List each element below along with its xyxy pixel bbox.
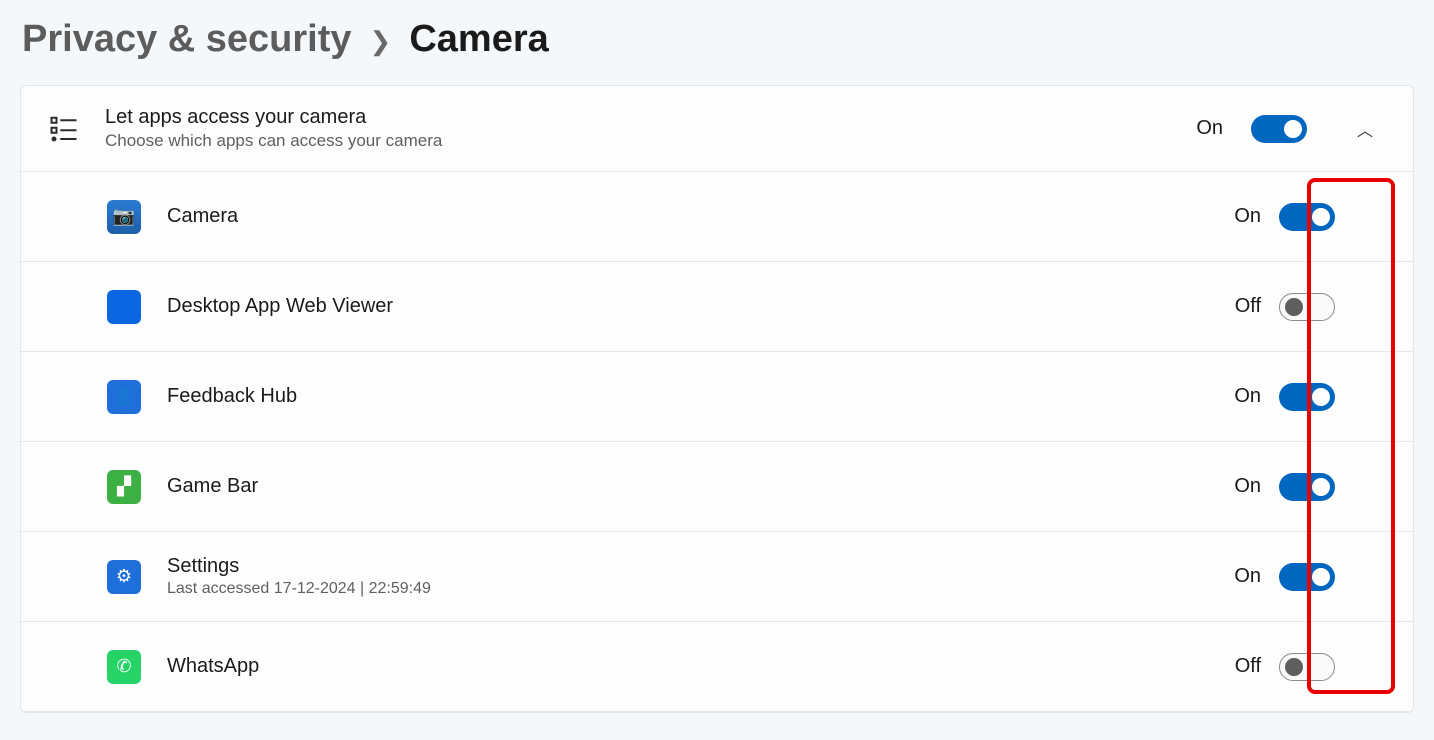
app-row-right: Off	[1235, 653, 1385, 681]
app-name-label: Settings	[167, 555, 1208, 578]
app-name-label: Feedback Hub	[167, 385, 1208, 408]
app-name-label: Camera	[167, 205, 1208, 228]
app-text: Camera	[167, 205, 1208, 228]
app-row: ▞ Game Bar On	[21, 442, 1413, 532]
app-toggle-state-label: On	[1234, 475, 1261, 498]
app-text: Settings Last accessed 17-12-2024 | 22:59…	[167, 555, 1208, 598]
settings-page: Privacy & security ❯ Camera Let apps acc…	[0, 0, 1434, 713]
master-toggle-row: Let apps access your camera Choose which…	[21, 86, 1413, 172]
app-row-right: On	[1234, 473, 1385, 501]
app-row: ✆ WhatsApp Off	[21, 622, 1413, 712]
chevron-right-icon: ❯	[370, 26, 392, 57]
breadcrumb: Privacy & security ❯ Camera	[20, 18, 1414, 61]
details-list-icon	[49, 114, 79, 144]
app-name-label: Desktop App Web Viewer	[167, 295, 1209, 318]
app-icon: ▞	[107, 470, 141, 504]
app-toggle[interactable]	[1279, 563, 1335, 591]
app-sub-label: Last accessed 17-12-2024 | 22:59:49	[167, 580, 1208, 598]
app-icon: 👤	[107, 380, 141, 414]
app-list: 📷 Camera On Desktop App Web Viewer Off 👤 Feedb…	[21, 172, 1413, 712]
app-text: Feedback Hub	[167, 385, 1208, 408]
app-toggle-state-label: Off	[1235, 295, 1261, 318]
breadcrumb-parent[interactable]: Privacy & security	[22, 18, 352, 61]
app-toggle[interactable]	[1279, 653, 1335, 681]
app-row-right: Off	[1235, 293, 1385, 321]
app-name-label: WhatsApp	[167, 655, 1209, 678]
app-name-label: Game Bar	[167, 475, 1208, 498]
app-icon: ✆	[107, 650, 141, 684]
app-toggle-state-label: On	[1234, 385, 1261, 408]
app-icon: ⚙	[107, 560, 141, 594]
app-toggle[interactable]	[1279, 383, 1335, 411]
master-toggle-state-label: On	[1196, 117, 1223, 140]
breadcrumb-current: Camera	[409, 18, 548, 61]
master-toggle-title: Let apps access your camera	[105, 106, 1170, 129]
app-icon: 📷	[107, 200, 141, 234]
chevron-up-icon[interactable]: ︿	[1345, 117, 1385, 141]
app-row-right: On	[1234, 383, 1385, 411]
app-row-right: On	[1234, 203, 1385, 231]
settings-card: Let apps access your camera Choose which…	[20, 85, 1414, 713]
app-toggle[interactable]	[1279, 293, 1335, 321]
app-row-right: On	[1234, 563, 1385, 591]
app-row: Desktop App Web Viewer Off	[21, 262, 1413, 352]
app-text: WhatsApp	[167, 655, 1209, 678]
app-text: Game Bar	[167, 475, 1208, 498]
app-toggle[interactable]	[1279, 473, 1335, 501]
master-toggle[interactable]	[1251, 115, 1307, 143]
master-toggle-subtitle: Choose which apps can access your camera	[105, 131, 1170, 151]
app-text: Desktop App Web Viewer	[167, 295, 1209, 318]
app-icon	[107, 290, 141, 324]
app-row: ⚙ Settings Last accessed 17-12-2024 | 22:5…	[21, 532, 1413, 622]
app-toggle-state-label: Off	[1235, 655, 1261, 678]
app-toggle-state-label: On	[1234, 565, 1261, 588]
app-toggle-state-label: On	[1234, 205, 1261, 228]
master-toggle-text: Let apps access your camera Choose which…	[105, 106, 1170, 151]
app-row: 👤 Feedback Hub On	[21, 352, 1413, 442]
app-toggle[interactable]	[1279, 203, 1335, 231]
app-row: 📷 Camera On	[21, 172, 1413, 262]
